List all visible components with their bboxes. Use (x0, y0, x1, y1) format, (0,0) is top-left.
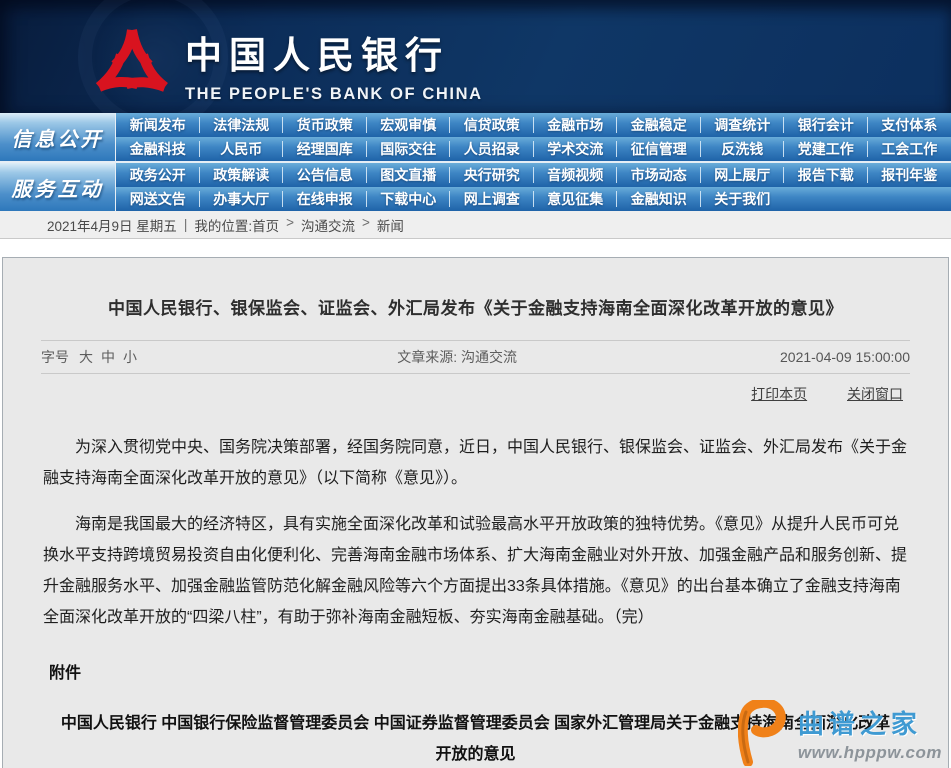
nav-empty-cell (784, 187, 868, 211)
article-title: 中国人民银行、银保监会、证监会、外汇局发布《关于金融支持海南全面深化改革开放的意… (43, 294, 908, 319)
nav-item[interactable]: 金融稳定 (617, 113, 701, 137)
font-size-option[interactable]: 中 (101, 349, 115, 365)
nav-item[interactable]: 调查统计 (701, 113, 785, 137)
main-navigation: 信息公开新闻发布法律法规货币政策宏观审慎信贷政策金融市场金融稳定调查统计银行会计… (0, 113, 951, 211)
nav-item[interactable]: 下载中心 (367, 187, 451, 211)
breadcrumb-link[interactable]: 新闻 (377, 215, 404, 235)
nav-cells: 新闻发布法律法规货币政策宏观审慎信贷政策金融市场金融稳定调查统计银行会计支付体系… (115, 113, 951, 161)
watermark-site-name: 曲谱之家 (798, 704, 942, 741)
bank-logo[interactable]: 中国人民银行 THE PEOPLE'S BANK OF CHINA (93, 22, 483, 106)
article-panel: 中国人民银行、银保监会、证监会、外汇局发布《关于金融支持海南全面深化改革开放的意… (2, 257, 949, 768)
nav-section-label[interactable]: 信息公开 (0, 113, 115, 161)
article-paragraph: 海南是我国最大的经济特区，具有实施全面深化改革和试验最高水平开放政策的独特优势。… (43, 509, 908, 633)
org-name-cn: 中国人民银行 (185, 25, 483, 79)
nav-item[interactable]: 法律法规 (200, 113, 284, 137)
breadcrumb-separator: > (286, 215, 294, 235)
nav-section-label[interactable]: 服务互动 (0, 163, 115, 211)
font-size-option[interactable]: 小 (123, 349, 137, 365)
current-date: 2021年4月9日 星期五 (47, 215, 177, 235)
nav-item[interactable]: 音频视频 (534, 163, 618, 187)
nav-item[interactable]: 关于我们 (701, 187, 785, 211)
nav-cells: 政务公开政策解读公告信息图文直播央行研究音频视频市场动态网上展厅报告下载报刊年鉴… (115, 163, 951, 211)
attachment-heading: 附件 (49, 659, 948, 683)
nav-item[interactable]: 党建工作 (784, 137, 868, 161)
nav-item[interactable]: 金融知识 (617, 187, 701, 211)
nav-item[interactable]: 国际交往 (367, 137, 451, 161)
nav-item[interactable]: 人员招录 (450, 137, 534, 161)
location-prefix: 我的位置:首页 (194, 215, 279, 235)
article-meta-bar: 字号 大中小 文章来源: 沟通交流 2021-04-09 15:00:00 (41, 340, 910, 374)
article-body: 为深入贯彻党中央、国务院决策部署，经国务院同意，近日，中国人民银行、银保监会、证… (43, 432, 908, 633)
article-datetime: 2021-04-09 15:00:00 (780, 349, 910, 365)
page-actions: 打印本页 关闭窗口 (48, 384, 903, 404)
org-name-en: THE PEOPLE'S BANK OF CHINA (185, 85, 483, 104)
nav-item[interactable]: 金融科技 (116, 137, 200, 161)
font-size-label: 字号 (41, 347, 69, 367)
nav-item[interactable]: 央行研究 (450, 163, 534, 187)
print-page-link[interactable]: 打印本页 (751, 386, 807, 402)
nav-item[interactable]: 新闻发布 (116, 113, 200, 137)
nav-item[interactable]: 意见征集 (534, 187, 618, 211)
nav-band: 信息公开新闻发布法律法规货币政策宏观审慎信贷政策金融市场金融稳定调查统计银行会计… (0, 113, 951, 161)
watermark-site-url: www.hpppw.com (798, 743, 942, 763)
font-size-option[interactable]: 大 (79, 349, 93, 365)
nav-item[interactable]: 学术交流 (534, 137, 618, 161)
article-source: 文章来源: 沟通交流 (397, 347, 517, 367)
nav-item[interactable]: 市场动态 (617, 163, 701, 187)
page-gap (0, 239, 951, 257)
nav-item[interactable]: 网上展厅 (701, 163, 785, 187)
nav-item[interactable]: 报刊年鉴 (868, 163, 951, 187)
nav-item[interactable]: 公告信息 (283, 163, 367, 187)
nav-item[interactable]: 政务公开 (116, 163, 200, 187)
nav-item[interactable]: 支付体系 (868, 113, 951, 137)
nav-item[interactable]: 征信管理 (617, 137, 701, 161)
nav-item[interactable]: 经理国库 (283, 137, 367, 161)
pboc-emblem-icon (93, 22, 171, 106)
breadcrumb-divider: | (184, 217, 188, 232)
nav-empty-cell (868, 187, 951, 211)
breadcrumb-link[interactable]: 沟通交流 (301, 215, 355, 235)
nav-item[interactable]: 在线申报 (283, 187, 367, 211)
article-paragraph: 为深入贯彻党中央、国务院决策部署，经国务院同意，近日，中国人民银行、银保监会、证… (43, 432, 908, 494)
site-header: 中国人民银行 THE PEOPLE'S BANK OF CHINA (0, 0, 951, 113)
nav-item[interactable]: 反洗钱 (701, 137, 785, 161)
nav-item[interactable]: 信贷政策 (450, 113, 534, 137)
nav-item[interactable]: 人民币 (200, 137, 284, 161)
nav-item[interactable]: 货币政策 (283, 113, 367, 137)
breadcrumb: 2021年4月9日 星期五 | 我的位置:首页 > 沟通交流 > 新闻 (0, 211, 951, 239)
nav-item[interactable]: 宏观审慎 (367, 113, 451, 137)
font-size-options: 大中小 (79, 347, 145, 367)
close-window-link[interactable]: 关闭窗口 (847, 386, 903, 402)
nav-item[interactable]: 银行会计 (784, 113, 868, 137)
breadcrumb-path: > 沟通交流 > 新闻 (286, 215, 411, 235)
site-watermark: 曲谱之家 www.hpppw.com (738, 700, 942, 766)
nav-item[interactable]: 图文直播 (367, 163, 451, 187)
nav-item[interactable]: 办事大厅 (200, 187, 284, 211)
breadcrumb-separator: > (362, 215, 370, 235)
nav-item[interactable]: 工会工作 (868, 137, 951, 161)
nav-item[interactable]: 金融市场 (534, 113, 618, 137)
nav-item[interactable]: 报告下载 (784, 163, 868, 187)
nav-item[interactable]: 网上调查 (450, 187, 534, 211)
nav-item[interactable]: 政策解读 (200, 163, 284, 187)
quputijia-logo-icon (738, 700, 790, 766)
nav-band: 服务互动政务公开政策解读公告信息图文直播央行研究音频视频市场动态网上展厅报告下载… (0, 163, 951, 211)
nav-item[interactable]: 网送文告 (116, 187, 200, 211)
